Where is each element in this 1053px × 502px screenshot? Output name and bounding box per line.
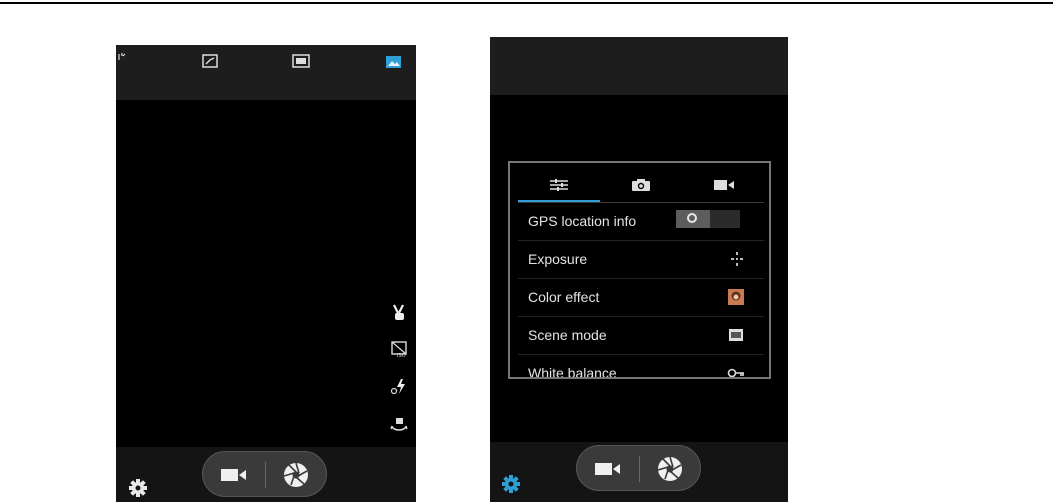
gesture-shot-icon[interactable] [390, 303, 408, 321]
capture-controls [576, 445, 701, 491]
tab-photo-settings[interactable] [600, 168, 682, 202]
toggle-knob [676, 210, 710, 228]
tab-general-settings[interactable] [518, 168, 600, 203]
gps-toggle[interactable] [676, 210, 740, 228]
top-rule [0, 2, 1053, 4]
picture-mode-icon[interactable] [385, 55, 402, 69]
switch-camera-icon[interactable] [390, 415, 408, 433]
camera-preview-screen: ISO [116, 45, 416, 502]
setting-label: Exposure [528, 251, 588, 267]
controls-divider [265, 462, 266, 488]
shutter-icon[interactable] [656, 455, 684, 483]
setting-label: GPS location info [528, 213, 637, 229]
video-icon [714, 180, 734, 190]
hdr-icon[interactable]: ISO [390, 340, 408, 358]
gear-icon[interactable] [129, 479, 147, 497]
setting-exposure[interactable]: Exposure [518, 241, 764, 279]
color-effect-icon [728, 289, 744, 305]
settings-tabs [518, 168, 764, 203]
settings-list: GPS location info Exposure Color effect [518, 203, 764, 379]
setting-gps-location[interactable]: GPS location info [518, 203, 764, 241]
camera-mode-icon[interactable] [292, 54, 310, 68]
panorama-mode-icon[interactable] [202, 54, 218, 68]
setting-scene-mode[interactable]: Scene mode [518, 317, 764, 355]
settings-panel: GPS location info Exposure Color effect [508, 161, 771, 379]
gear-icon[interactable] [502, 475, 520, 493]
controls-divider [639, 456, 640, 482]
video-record-icon[interactable] [219, 465, 249, 485]
shutter-icon[interactable] [282, 461, 310, 489]
camera-settings-screen: GPS location info Exposure Color effect [490, 37, 788, 502]
exposure-icon [731, 252, 743, 266]
top-mode-bar [116, 45, 416, 100]
sliders-icon [550, 179, 568, 191]
setting-label: Color effect [528, 289, 600, 305]
setting-color-effect[interactable]: Color effect [518, 279, 764, 317]
scene-icon [729, 329, 743, 341]
exposure-sparkle-icon [118, 53, 126, 60]
setting-white-balance[interactable]: White balance [518, 355, 764, 379]
setting-label: Scene mode [528, 327, 607, 343]
camera-icon [632, 179, 650, 191]
capture-controls [202, 451, 327, 497]
setting-label: White balance [528, 365, 617, 379]
flash-icon[interactable] [390, 377, 408, 395]
video-record-icon[interactable] [593, 459, 623, 479]
white-balance-icon [727, 368, 744, 377]
svg-text:ISO: ISO [397, 353, 406, 358]
top-bar [490, 37, 788, 95]
tab-video-settings[interactable] [682, 168, 764, 202]
